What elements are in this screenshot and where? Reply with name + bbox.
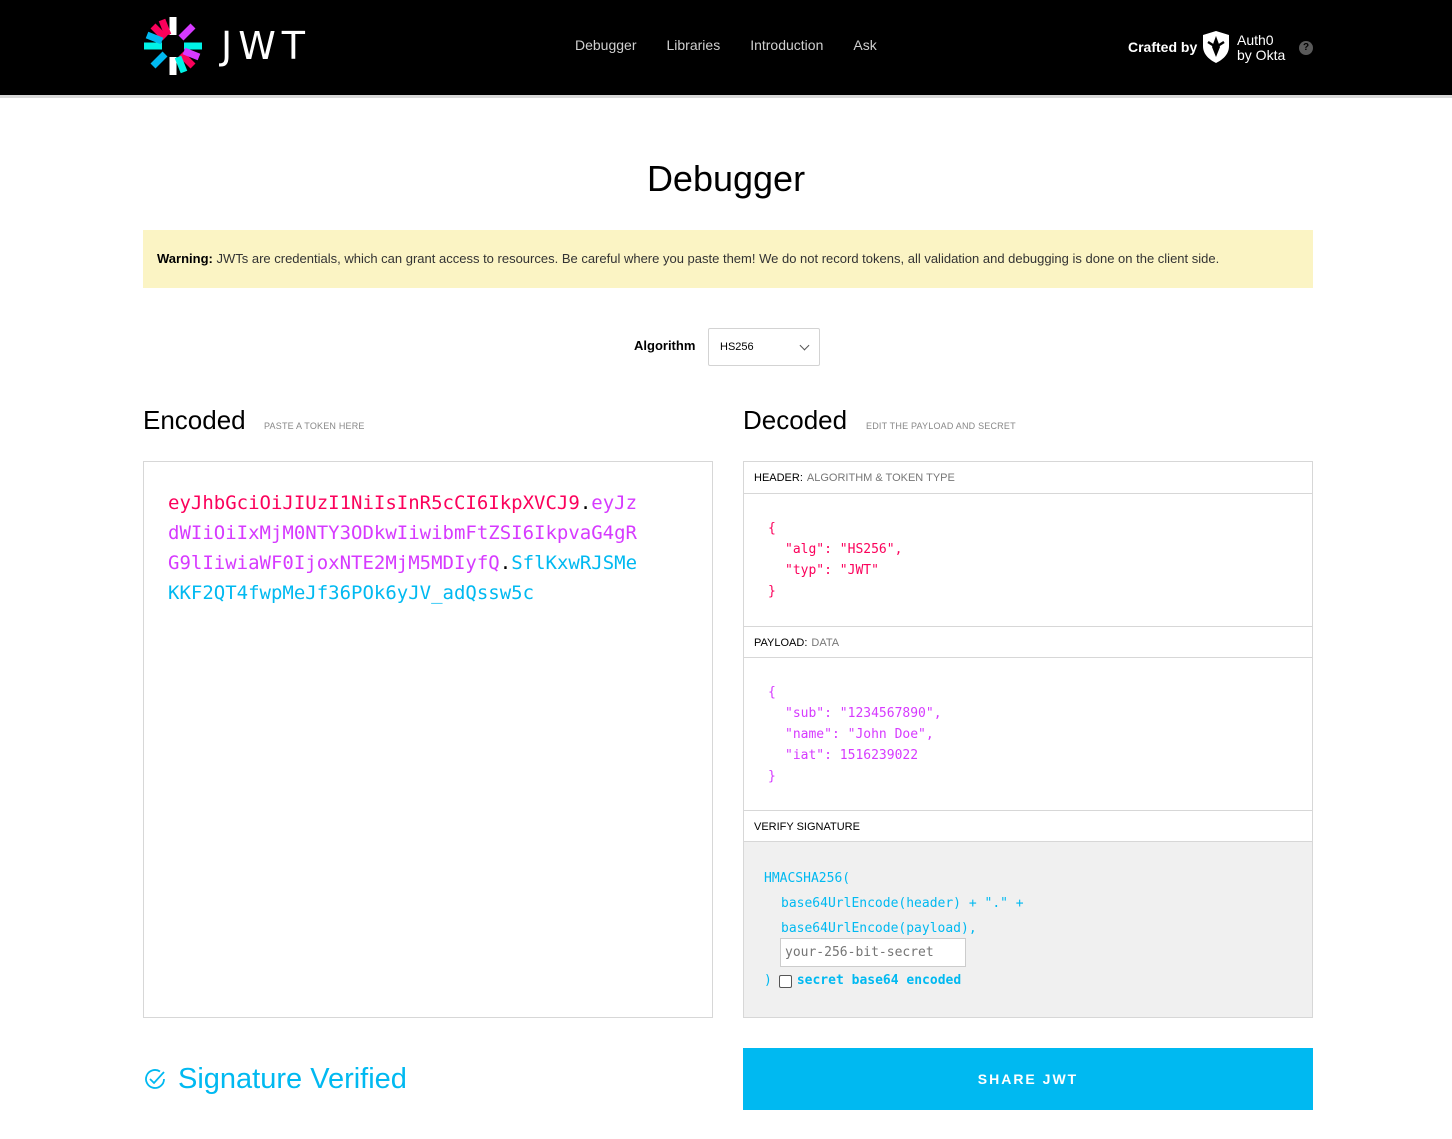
decoded-subtitle: EDIT THE PAYLOAD AND SECRET bbox=[866, 421, 1016, 431]
algorithm-selected-value: HS256 bbox=[720, 341, 754, 353]
verify-panel-heading: VERIFY SIGNATURE bbox=[744, 810, 1312, 842]
json-close-brace: } bbox=[768, 584, 776, 599]
help-icon[interactable]: ? bbox=[1299, 41, 1313, 55]
payload-json-editor[interactable]: { "sub": "1234567890", "name": "John Doe… bbox=[768, 682, 942, 787]
check-circle-icon bbox=[145, 1069, 165, 1089]
json-line-name: "name": "John Doe", bbox=[785, 727, 934, 742]
verify-code: HMACSHA256( base64UrlEncode(header) + ".… bbox=[764, 866, 1024, 941]
page-title: Debugger bbox=[646, 158, 806, 199]
warning-text: JWTs are credentials, which can grant ac… bbox=[212, 251, 1220, 266]
algorithm-label: Algorithm bbox=[634, 338, 696, 353]
payload-panel-sublabel: DATA bbox=[811, 637, 840, 649]
crafted-by-label: Crafted by bbox=[1128, 39, 1198, 55]
secret-base64-label[interactable]: secret base64 encoded bbox=[797, 972, 961, 990]
verify-fn: HMACSHA256( bbox=[764, 871, 851, 886]
json-line-alg: "alg": "HS256", bbox=[785, 542, 903, 557]
json-close-brace: } bbox=[768, 769, 776, 784]
encoded-token-editor[interactable]: eyJhbGciOiJIUzI1NiIsInR5cCI6IkpXVCJ9.eyJ… bbox=[143, 461, 713, 1018]
header-panel-label: HEADER: bbox=[754, 472, 803, 484]
auth0-line: Auth0 bbox=[1237, 32, 1274, 48]
header-panel-sublabel: ALGORITHM & TOKEN TYPE bbox=[806, 472, 955, 484]
algorithm-select[interactable]: HS256 bbox=[708, 328, 820, 366]
json-line-typ: "typ": "JWT" bbox=[785, 563, 879, 578]
signature-status: Signature Verified bbox=[143, 1062, 407, 1096]
payload-panel-heading: PAYLOAD: DATA bbox=[744, 626, 1312, 658]
nav-debugger[interactable]: Debugger bbox=[575, 36, 637, 54]
secret-base64-checkbox[interactable] bbox=[778, 974, 792, 988]
main-nav: Debugger Libraries Introduction Ask bbox=[575, 36, 907, 54]
encoded-subtitle: PASTE A TOKEN HERE bbox=[264, 421, 365, 431]
verify-close-paren: ) bbox=[764, 973, 772, 988]
verify-line-header: base64UrlEncode(header) + "." + bbox=[781, 896, 1024, 911]
payload-panel-label: PAYLOAD: bbox=[754, 637, 808, 649]
encoded-title: Encoded bbox=[143, 405, 246, 435]
auth0-shield-icon[interactable] bbox=[1201, 30, 1231, 64]
json-open-brace: { bbox=[768, 521, 776, 536]
token-dot: . bbox=[579, 492, 592, 514]
json-line-sub: "sub": "1234567890", bbox=[785, 706, 942, 721]
okta-line: by Okta bbox=[1237, 47, 1286, 63]
auth0-by-okta-link[interactable]: Auth0 by Okta bbox=[1237, 33, 1285, 63]
header-json-editor[interactable]: { "alg": "HS256", "typ": "JWT" } bbox=[768, 518, 902, 602]
verify-panel-label: VERIFY SIGNATURE bbox=[754, 821, 860, 833]
json-open-brace: { bbox=[768, 685, 776, 700]
warning-banner: Warning: JWTs are credentials, which can… bbox=[143, 230, 1313, 288]
json-line-iat: "iat": 1516239022 bbox=[785, 748, 919, 763]
top-navigation-bar: JWT Debugger Libraries Introduction Ask … bbox=[0, 0, 1452, 95]
header-panel-heading: HEADER: ALGORITHM & TOKEN TYPE bbox=[744, 462, 1312, 494]
token-dot: . bbox=[499, 552, 512, 574]
decoded-title: Decoded bbox=[743, 405, 848, 435]
encoded-token-text[interactable]: eyJhbGciOiJIUzI1NiIsInR5cCI6IkpXVCJ9.eyJ… bbox=[168, 488, 648, 608]
secret-input[interactable] bbox=[780, 938, 966, 967]
verify-signature-area: HMACSHA256( base64UrlEncode(header) + ".… bbox=[744, 842, 1312, 1017]
chevron-down-icon bbox=[799, 340, 810, 351]
warning-label: Warning: bbox=[157, 251, 213, 266]
token-header-part: eyJhbGciOiJIUzI1NiIsInR5cCI6IkpXVCJ9 bbox=[168, 492, 580, 514]
topbar-divider bbox=[0, 95, 1452, 98]
decoded-panel: HEADER: ALGORITHM & TOKEN TYPE { "alg": "… bbox=[743, 461, 1313, 1018]
verify-close-row: ) secret base64 encoded bbox=[764, 972, 961, 990]
jwt-starburst-icon[interactable] bbox=[142, 15, 204, 77]
nav-introduction[interactable]: Introduction bbox=[750, 36, 823, 54]
nav-libraries[interactable]: Libraries bbox=[667, 36, 721, 54]
jwt-wordmark[interactable]: JWT bbox=[221, 24, 311, 68]
share-jwt-button[interactable]: SHARE JWT bbox=[743, 1048, 1313, 1110]
nav-ask[interactable]: Ask bbox=[853, 36, 876, 54]
signature-verified-text: Signature Verified bbox=[178, 1063, 407, 1095]
